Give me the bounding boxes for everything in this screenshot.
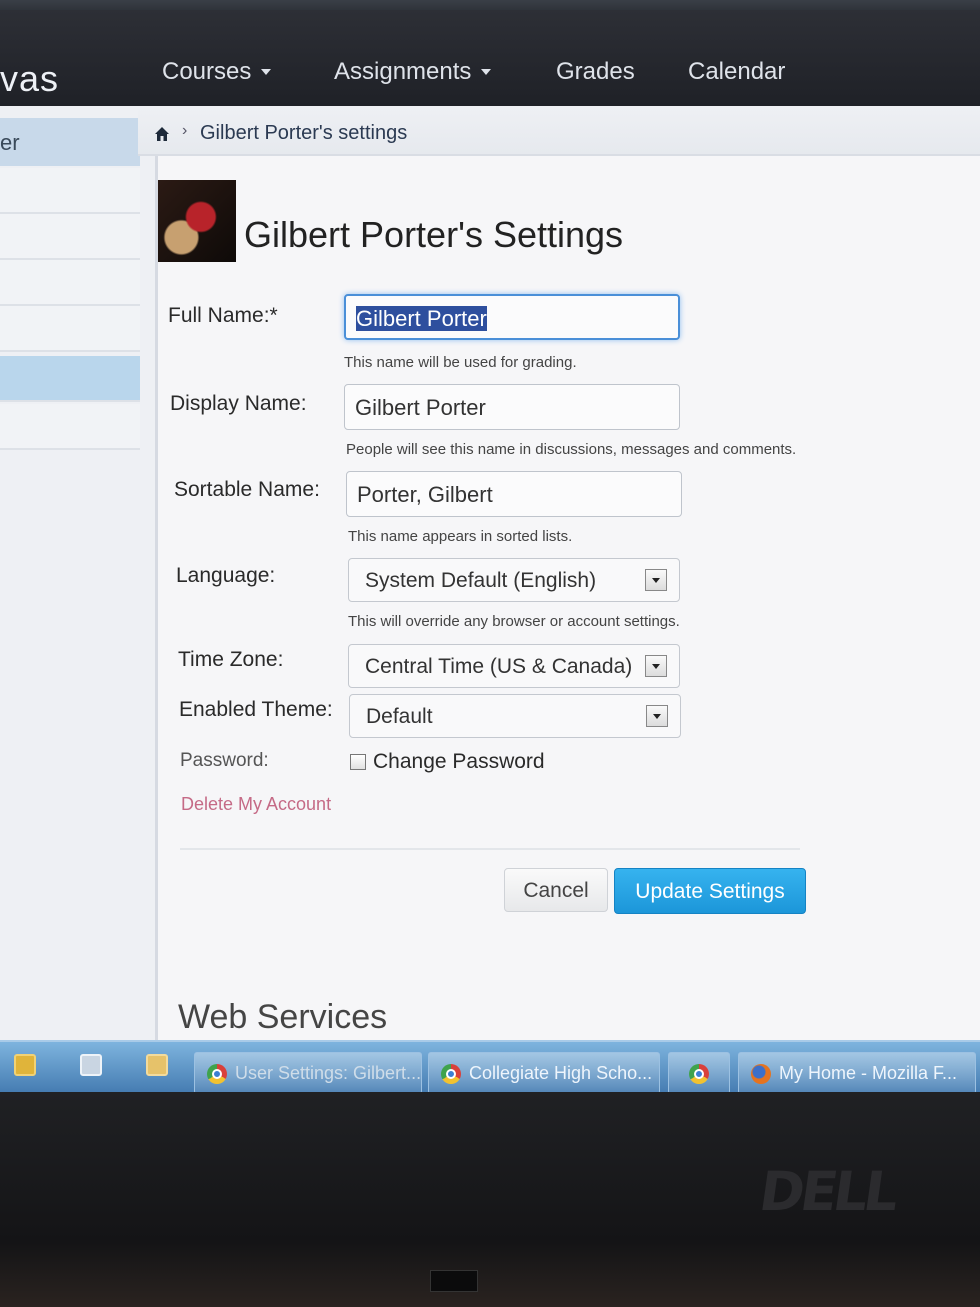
delete-account-link[interactable]: Delete My Account (181, 794, 331, 815)
nav-grades-label: Grades (556, 58, 635, 85)
brand-logo: DELL (755, 1160, 899, 1223)
outlook-icon[interactable] (14, 1054, 36, 1076)
language-select[interactable]: System Default (English) (348, 558, 680, 602)
breadcrumb: › Gilbert Porter's settings (138, 106, 980, 156)
change-password-label[interactable]: Change Password (373, 750, 545, 774)
web-services-heading: Web Services (178, 998, 388, 1036)
sidebar-item[interactable] (0, 168, 140, 214)
full-name-field[interactable]: Gilbert Porter (344, 294, 680, 340)
language-label: Language: (176, 564, 276, 587)
sortable-name-label: Sortable Name: (174, 478, 320, 501)
sortable-name-value: Porter, Gilbert (357, 482, 493, 507)
sidebar-item[interactable] (0, 214, 140, 260)
sidebar-item[interactable] (0, 306, 140, 352)
taskbar-item-label: My Home - Mozilla F... (779, 1063, 958, 1083)
sidebar-item-active[interactable] (0, 356, 140, 402)
chevron-down-icon (261, 69, 272, 75)
update-settings-button[interactable]: Update Settings (614, 868, 806, 914)
nav-assignments-label: Assignments (334, 58, 472, 85)
time-zone-select[interactable]: Central Time (US & Canada) (348, 644, 680, 688)
calculator-icon[interactable] (80, 1054, 102, 1076)
display-name-value: Gilbert Porter (355, 395, 486, 420)
taskbar-item-chrome[interactable] (668, 1052, 730, 1094)
sidebar-header[interactable]: er (0, 118, 140, 166)
time-zone-value: Central Time (US & Canada) (365, 655, 633, 678)
nav-grades[interactable]: Grades (556, 58, 635, 86)
full-name-label: Full Name:* (168, 304, 278, 327)
avatar[interactable] (158, 180, 236, 262)
change-password-checkbox[interactable] (350, 754, 366, 770)
top-navigation: vas Courses Assignments Grades Calendar (0, 10, 980, 106)
nav-assignments[interactable]: Assignments (334, 58, 492, 86)
sortable-name-field[interactable]: Porter, Gilbert (346, 471, 682, 517)
display-name-label: Display Name: (170, 392, 307, 415)
language-value: System Default (English) (365, 569, 597, 592)
password-label: Password: (180, 750, 269, 771)
time-zone-label: Time Zone: (178, 648, 284, 671)
dropdown-arrow-icon[interactable] (645, 655, 667, 677)
breadcrumb-current[interactable]: Gilbert Porter's settings (200, 122, 407, 145)
theme-label: Enabled Theme: (179, 698, 333, 721)
divider (180, 848, 800, 850)
chrome-icon (207, 1064, 227, 1084)
app-logo[interactable]: vas (0, 58, 59, 100)
cancel-button[interactable]: Cancel (504, 868, 608, 912)
nav-calendar[interactable]: Calendar (688, 58, 785, 86)
taskbar-item-collegiate[interactable]: Collegiate High Scho... (428, 1052, 660, 1094)
full-name-value: Gilbert Porter (356, 306, 487, 331)
page-title: Gilbert Porter's Settings (244, 214, 624, 255)
sortable-name-hint: This name appears in sorted lists. (348, 528, 573, 545)
screen: vas Courses Assignments Grades Calendar … (0, 10, 980, 1095)
sidebar-item[interactable] (0, 260, 140, 306)
firefox-icon (751, 1064, 771, 1084)
theme-value: Default (366, 705, 433, 728)
chrome-icon (689, 1064, 709, 1084)
chrome-icon (441, 1064, 461, 1084)
theme-select[interactable]: Default (349, 694, 681, 738)
taskbar-item-firefox[interactable]: My Home - Mozilla F... (738, 1052, 976, 1094)
taskbar-item-label: Collegiate High Scho... (469, 1063, 653, 1083)
folder-icon[interactable] (146, 1054, 168, 1076)
display-name-field[interactable]: Gilbert Porter (344, 384, 680, 430)
monitor-hinge (430, 1270, 478, 1292)
taskbar-item-label: User Settings: Gilbert... (235, 1063, 422, 1083)
nav-courses-label: Courses (162, 58, 252, 85)
nav-courses[interactable]: Courses (162, 58, 272, 86)
dropdown-arrow-icon[interactable] (645, 569, 667, 591)
chevron-down-icon (481, 69, 492, 75)
language-hint: This will override any browser or accoun… (348, 613, 680, 630)
windows-taskbar: User Settings: Gilbert... Collegiate Hig… (0, 1040, 980, 1095)
settings-main: Gilbert Porter's Settings Full Name:* Gi… (158, 158, 980, 1095)
chevron-right-icon: › (182, 122, 188, 139)
display-name-hint: People will see this name in discussions… (346, 441, 797, 458)
dropdown-arrow-icon[interactable] (646, 705, 668, 727)
sidebar-item[interactable] (0, 404, 140, 450)
full-name-hint: This name will be used for grading. (344, 354, 577, 371)
left-sidebar: er (0, 106, 158, 1095)
home-icon[interactable] (154, 126, 170, 142)
nav-calendar-label: Calendar (688, 58, 786, 85)
taskbar-item-user-settings[interactable]: User Settings: Gilbert... (194, 1052, 422, 1094)
